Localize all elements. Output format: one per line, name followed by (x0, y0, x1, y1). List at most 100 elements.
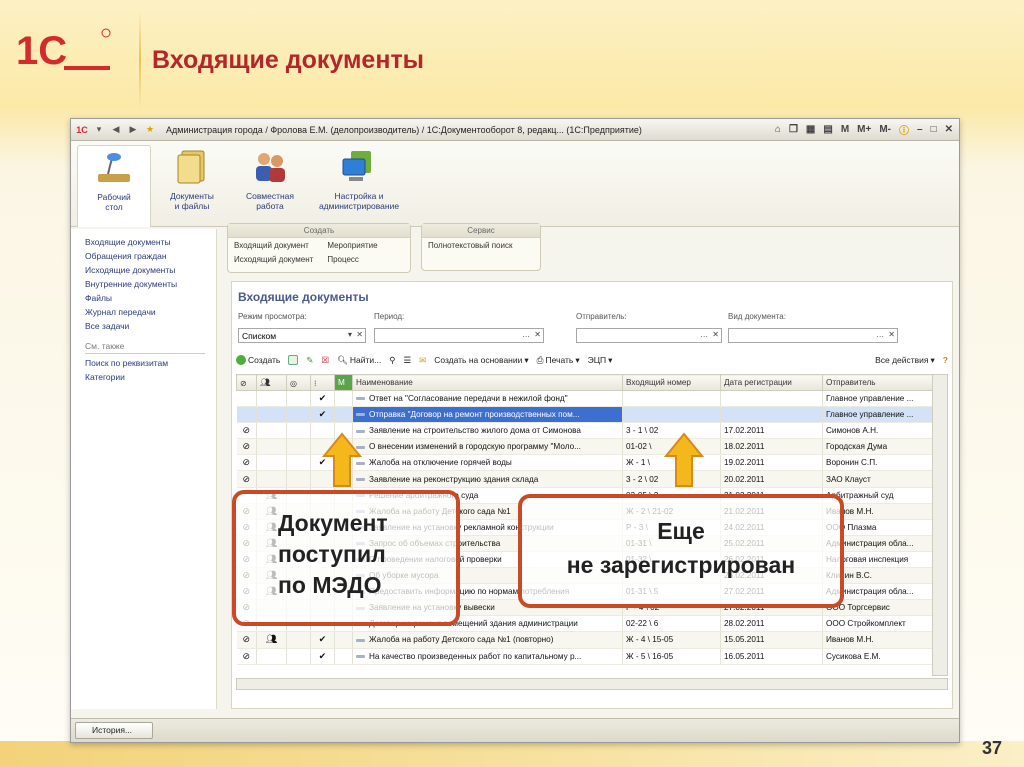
ecp-button[interactable]: ЭЦП ▾ (588, 355, 613, 366)
close-button[interactable]: ✕ (943, 124, 955, 135)
delete-icon[interactable]: ☒ (321, 355, 329, 366)
horizontal-scrollbar[interactable] (236, 678, 948, 690)
history-button[interactable]: История... (75, 722, 153, 739)
select-clear-icon[interactable]: … ✕ (876, 330, 896, 339)
medo-column-icon[interactable]: M (334, 374, 353, 391)
table-row[interactable]: ⊘ 👥︎ ✔ Жалоба на работу Детского сада №1 (п… (236, 631, 933, 649)
col-number[interactable]: Входящий номер (622, 374, 721, 391)
period-field[interactable]: … ✕ (374, 328, 544, 343)
medo-cell (334, 390, 353, 408)
cell-date (720, 406, 823, 424)
all-actions-button[interactable]: Все действия ▾ (875, 355, 935, 366)
nav-item-all-tasks[interactable]: Все задачи (85, 321, 216, 331)
dropdown-icon[interactable]: ▾ ✕ (348, 330, 364, 339)
cell-name: Ответ на "Согласование передачи в нежило… (352, 390, 623, 408)
create-incoming-link[interactable]: Входящий документ (234, 241, 313, 250)
vertical-scrollbar[interactable] (932, 374, 948, 676)
status-cell (286, 648, 311, 665)
table-row[interactable]: ⊘ ✔ На качество произведенных работ по кап… (236, 648, 933, 665)
info-icon[interactable]: ⓘ (897, 122, 911, 137)
group-icon (256, 454, 287, 472)
plus-icon (236, 355, 246, 365)
app-menu-icon[interactable]: 1С (75, 123, 89, 137)
memory-mplus-button[interactable]: M+ (855, 124, 873, 135)
col-date[interactable]: Дата регистрации (720, 374, 823, 391)
nav-item-transfer-log[interactable]: Журнал передачи (85, 307, 216, 317)
copy-icon[interactable]: ❐ (787, 124, 800, 135)
mode-select[interactable]: Списком ▾ ✕ (238, 328, 366, 343)
app-window: 1С ▾ ◀ ▶ ★ Администрация города / Фролов… (70, 118, 960, 743)
nav-item-search-by-attributes[interactable]: Поиск по реквизитам (85, 358, 216, 368)
cell-name: Заявление на строительство жилого дома о… (352, 422, 623, 440)
fulltext-search-link[interactable]: Полнотекстовый поиск (428, 241, 512, 250)
list-icon[interactable]: ☰ (403, 355, 411, 366)
memory-m-button[interactable]: M (839, 124, 851, 135)
computer-icon (342, 151, 371, 181)
status-cell (286, 406, 311, 424)
cell-sender: Симонов А.Н. (822, 422, 933, 440)
left-navigation: Входящие документы Обращения граждан Исх… (71, 229, 217, 709)
doctype-field[interactable]: … ✕ (728, 328, 898, 343)
group-icon (256, 406, 287, 424)
table-row[interactable]: ✔ Ответ на "Согласование передачи в нежил… (236, 390, 933, 408)
documents-icon (177, 150, 205, 184)
cell-date: 19.02.2011 (720, 454, 823, 472)
dropdown-icon[interactable]: ▾ (92, 123, 106, 137)
mode-label: Режим просмотра: (238, 312, 307, 321)
section-collaboration[interactable]: Совместная работа (233, 145, 307, 226)
create-button[interactable]: Создать (236, 355, 280, 365)
select-clear-icon[interactable]: … ✕ (700, 330, 720, 339)
create-outgoing-link[interactable]: Исходящий документ (234, 255, 313, 264)
clip-column-icon[interactable]: ⊘ (236, 374, 257, 391)
callout-received-medo: Документ поступил по МЭДО (232, 490, 460, 626)
table-icon[interactable]: ▦ (804, 124, 817, 135)
forward-icon[interactable]: ▶ (126, 123, 140, 137)
nav-item-citizen-requests[interactable]: Обращения граждан (85, 251, 216, 261)
status-cell (286, 454, 311, 472)
calendar-icon[interactable]: ▤ (821, 124, 834, 135)
service-group: Сервис Полнотекстовый поиск (421, 223, 541, 271)
cell-sender: Городская Дума (822, 438, 933, 456)
memory-mminus-button[interactable]: M- (877, 124, 893, 135)
maximize-button[interactable]: □ (929, 124, 939, 135)
group-column-icon[interactable]: 👥︎ (256, 374, 287, 391)
section-documents[interactable]: Документы и файлы (155, 145, 229, 226)
header-divider (139, 12, 141, 108)
nav-item-internal[interactable]: Внутренние документы (85, 279, 216, 289)
cell-sender: ООО Стройкомплект (822, 615, 933, 633)
filter-icon[interactable]: ⚲ (389, 355, 395, 366)
nav-item-outgoing[interactable]: Исходящие документы (85, 265, 216, 275)
create-event-link[interactable]: Мероприятие (327, 241, 377, 250)
callout-not-registered: Еще не зарегистрирован (518, 494, 844, 608)
status-column-icon[interactable]: ◎ (286, 374, 311, 391)
print-button[interactable]: ⎙ Печать ▾ (537, 355, 580, 366)
copy-icon[interactable] (288, 355, 299, 365)
table-row[interactable]: ✔ Отправка "Договор на ремонт производств… (236, 406, 933, 424)
select-clear-icon[interactable]: … ✕ (522, 330, 542, 339)
section-desktop[interactable]: Рабочий стол (77, 145, 151, 227)
find-button[interactable]: 🔍︎ Найти... (337, 355, 381, 366)
document-icon (356, 397, 365, 401)
nav-item-files[interactable]: Файлы (85, 293, 216, 303)
doctype-label: Вид документа: (728, 312, 786, 321)
sort-column-icon[interactable]: ⁝ (310, 374, 335, 391)
star-icon[interactable]: ★ (143, 123, 157, 137)
col-sender[interactable]: Отправитель (822, 374, 933, 391)
create-process-link[interactable]: Процесс (327, 255, 377, 264)
home-icon[interactable]: ⌂ (773, 124, 783, 135)
nav-item-categories[interactable]: Категории (85, 372, 216, 382)
create-based-button[interactable]: Создать на основании ▾ (434, 355, 528, 366)
help-icon[interactable]: ? (943, 355, 948, 365)
back-icon[interactable]: ◀ (109, 123, 123, 137)
mail-icon[interactable]: ✉ (419, 355, 426, 366)
nav-item-incoming[interactable]: Входящие документы (85, 237, 216, 247)
col-name[interactable]: Наименование (352, 374, 623, 391)
sender-field[interactable]: … ✕ (576, 328, 722, 343)
cell-sender: Сусикова Е.М. (822, 648, 933, 665)
cell-number: Ж - 4 \ 15-05 (622, 631, 721, 649)
section-settings[interactable]: Настройка и администрирование (311, 145, 407, 226)
edit-icon[interactable]: ✎ (306, 355, 313, 366)
cell-number: Ж - 5 \ 16-05 (622, 648, 721, 665)
cell-number (622, 406, 721, 424)
minimize-button[interactable]: – (915, 124, 925, 135)
